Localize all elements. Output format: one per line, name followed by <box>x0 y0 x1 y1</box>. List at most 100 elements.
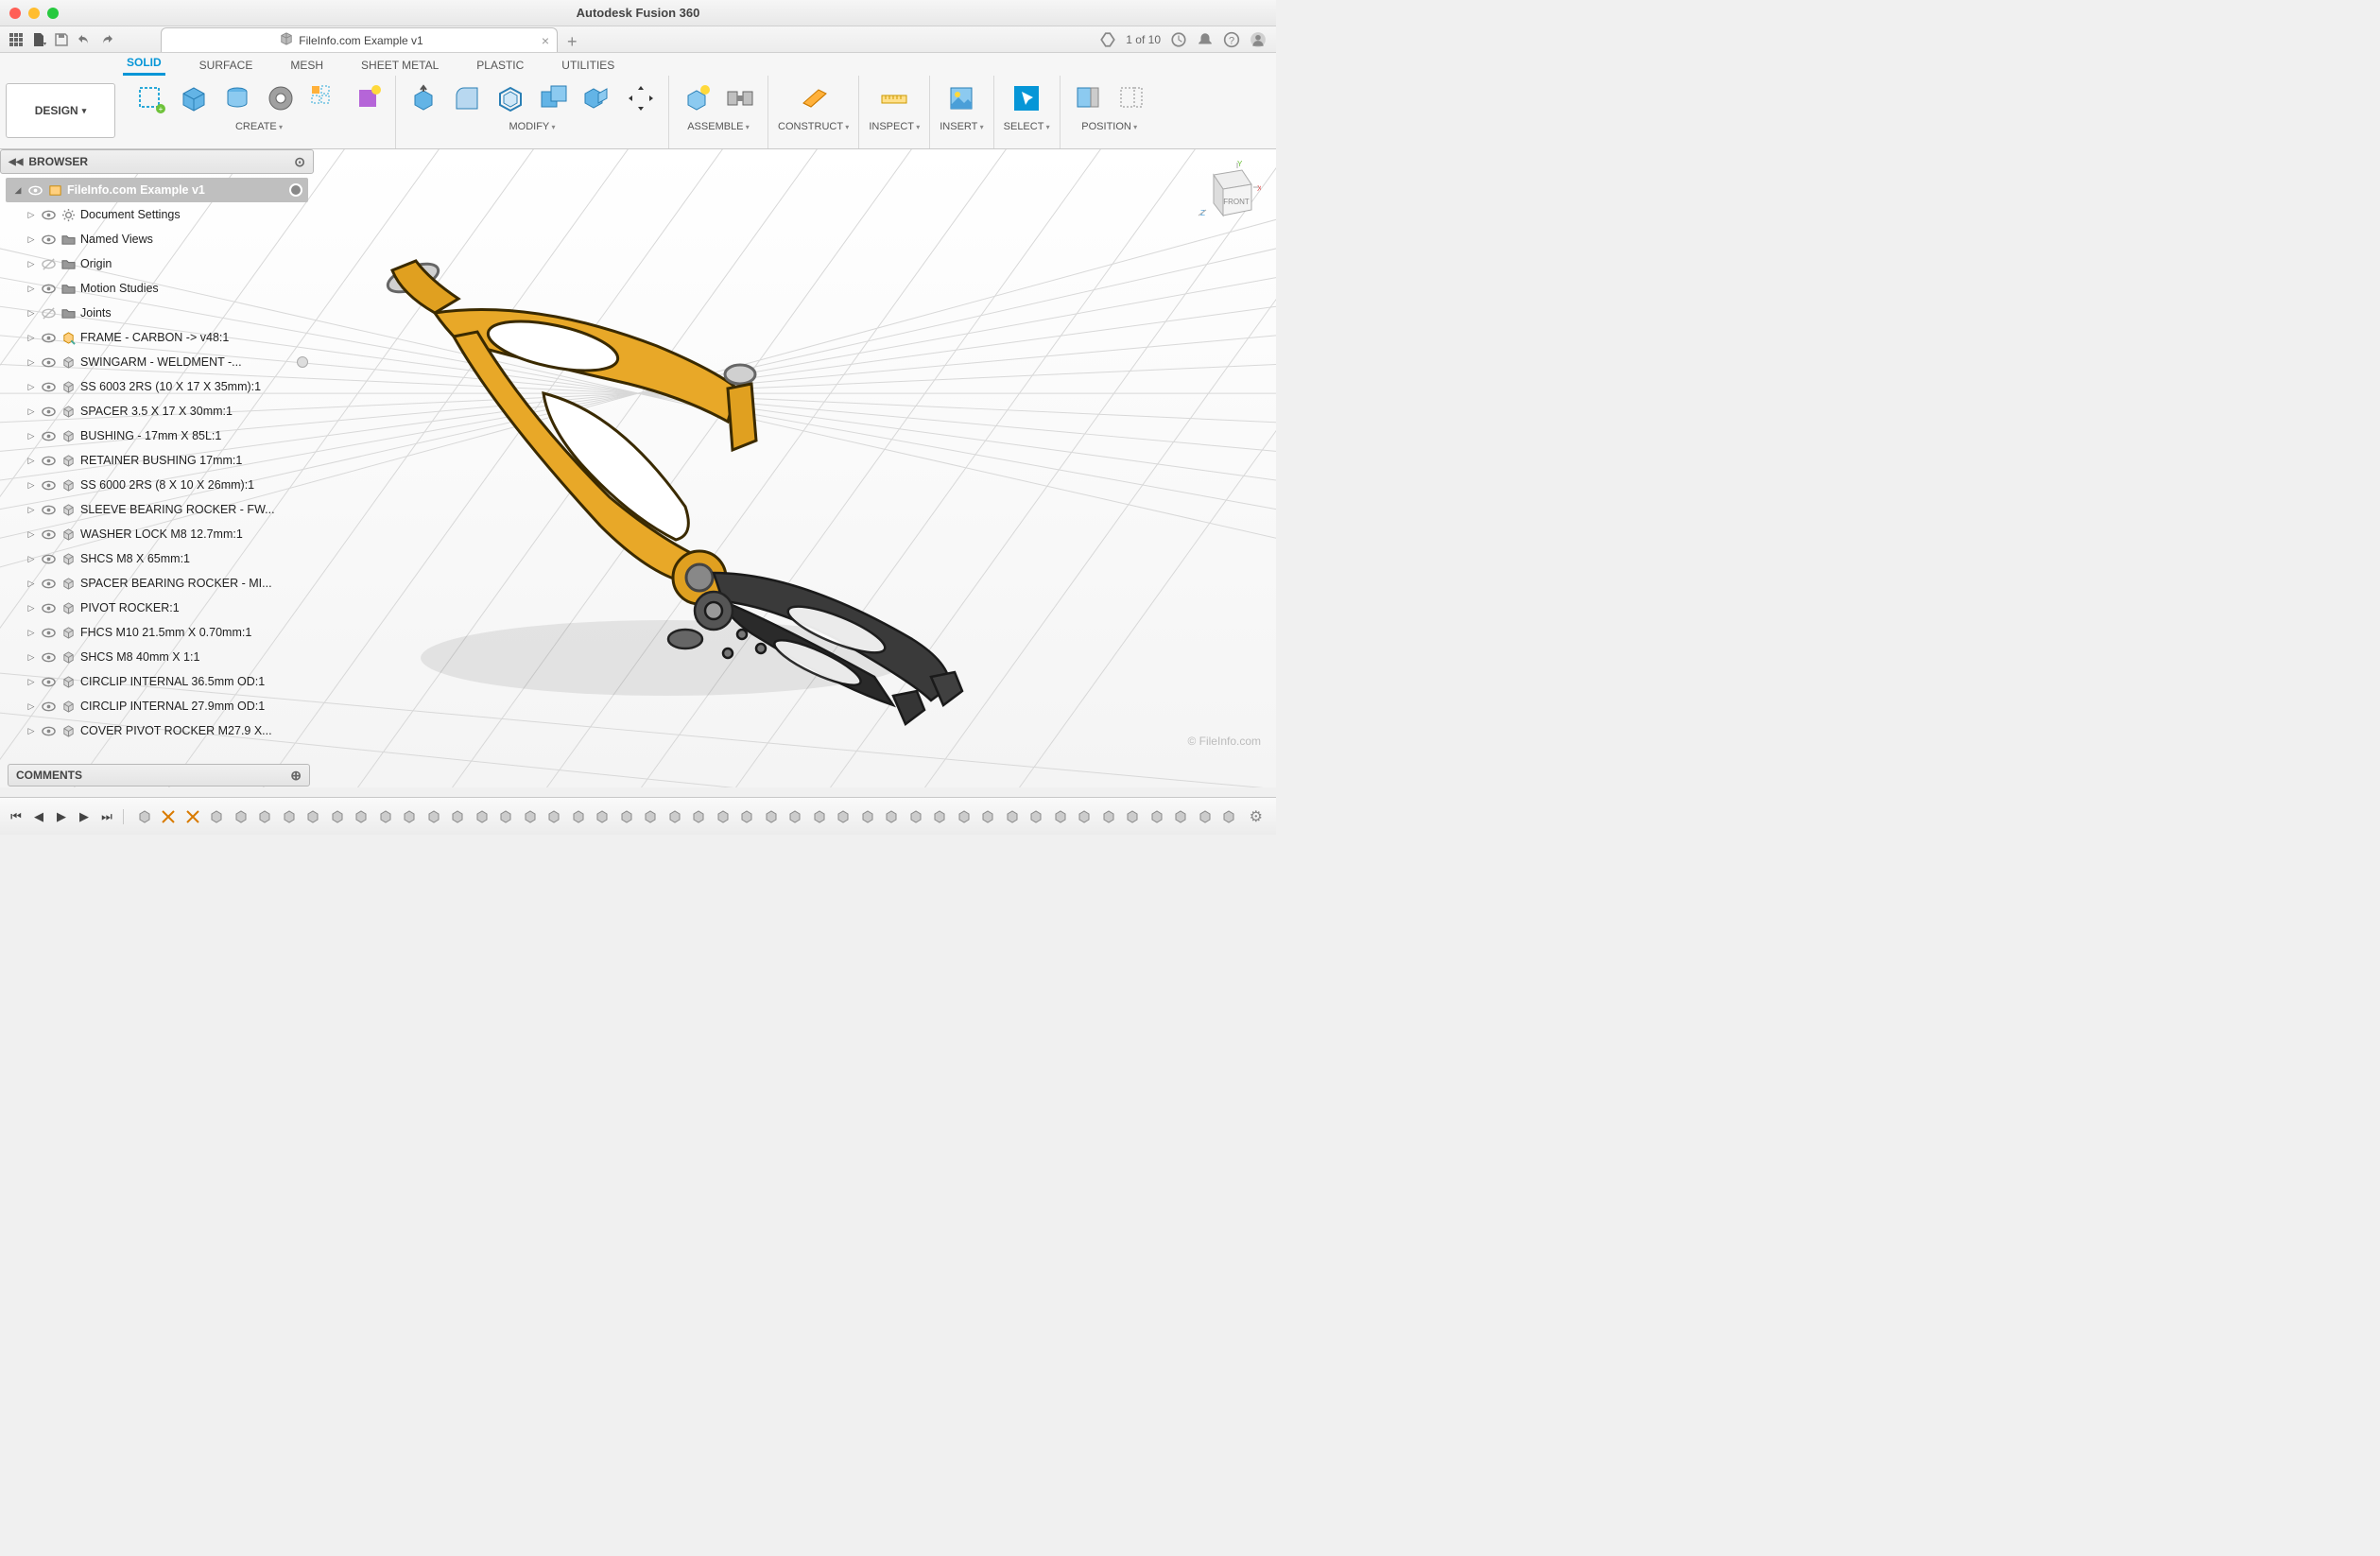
ribbon-tab-mesh[interactable]: MESH <box>286 55 327 76</box>
tree-item[interactable]: ▷COVER PIVOT ROCKER M27.9 X... <box>6 718 308 743</box>
timeline-next-icon[interactable]: ▶ <box>76 809 93 824</box>
timeline-feature[interactable] <box>1051 807 1070 826</box>
position-snapshot-icon[interactable] <box>1070 80 1106 116</box>
timeline-feature[interactable] <box>353 807 371 826</box>
visibility-icon[interactable] <box>41 404 56 419</box>
timeline-feature[interactable] <box>714 807 733 826</box>
timeline-feature[interactable] <box>1003 807 1022 826</box>
tree-item[interactable]: ▷BUSHING - 17mm X 85L:1 <box>6 424 308 448</box>
expand-icon[interactable]: ▷ <box>26 333 36 343</box>
timeline-feature[interactable] <box>762 807 781 826</box>
expand-icon[interactable]: ▷ <box>26 603 36 614</box>
timeline-end-icon[interactable]: ⏭ <box>98 809 115 824</box>
timeline-feature[interactable] <box>521 807 540 826</box>
expand-icon[interactable]: ▷ <box>26 456 36 466</box>
timeline-feature[interactable] <box>1220 807 1238 826</box>
expand-icon[interactable]: ▷ <box>26 284 36 294</box>
select-icon[interactable] <box>1009 80 1044 116</box>
visibility-icon[interactable] <box>41 453 56 468</box>
ribbon-tab-sheetmetal[interactable]: SHEET METAL <box>357 55 442 76</box>
revolve-icon[interactable] <box>263 80 299 116</box>
expand-icon[interactable]: ▷ <box>26 652 36 663</box>
timeline-feature[interactable] <box>328 807 347 826</box>
timeline-feature[interactable] <box>135 807 154 826</box>
expand-icon[interactable]: ▷ <box>26 505 36 515</box>
timeline-prev-icon[interactable]: ◀ <box>30 809 47 824</box>
clock-icon[interactable] <box>1170 31 1187 48</box>
ribbon-tab-solid[interactable]: SOLID <box>123 52 165 76</box>
form-icon[interactable] <box>350 80 386 116</box>
comments-panel-header[interactable]: COMMENTS ⊕ <box>8 764 310 787</box>
visibility-icon[interactable] <box>41 354 56 370</box>
measure-icon[interactable] <box>876 80 912 116</box>
joint-icon[interactable] <box>722 80 758 116</box>
data-panel-icon[interactable] <box>8 31 25 48</box>
pattern-icon[interactable] <box>306 80 342 116</box>
timeline-feature[interactable] <box>883 807 902 826</box>
timeline-feature[interactable] <box>665 807 684 826</box>
tree-item[interactable]: ▷FHCS M10 21.5mm X 0.70mm:1 <box>6 620 308 645</box>
visibility-icon[interactable] <box>41 625 56 640</box>
visibility-icon[interactable] <box>41 576 56 591</box>
position-revert-icon[interactable] <box>1113 80 1149 116</box>
timeline-feature[interactable] <box>280 807 299 826</box>
visibility-icon[interactable] <box>41 551 56 566</box>
timeline-feature[interactable] <box>183 807 202 826</box>
timeline-feature[interactable] <box>786 807 805 826</box>
timeline-start-icon[interactable]: ⏮ <box>8 809 25 824</box>
ribbon-group-assemble-label[interactable]: ASSEMBLE <box>687 119 750 132</box>
timeline-feature[interactable] <box>1099 807 1118 826</box>
timeline-feature[interactable] <box>690 807 709 826</box>
tree-item[interactable]: ▷SPACER 3.5 X 17 X 30mm:1 <box>6 399 308 424</box>
ribbon-tab-utilities[interactable]: UTILITIES <box>558 55 618 76</box>
tree-item[interactable]: ▷CIRCLIP INTERNAL 27.9mm OD:1 <box>6 694 308 718</box>
visibility-icon[interactable] <box>41 527 56 542</box>
tree-item[interactable]: ▷SHCS M8 40mm X 1:1 <box>6 645 308 669</box>
visibility-icon[interactable] <box>41 600 56 615</box>
undo-icon[interactable] <box>76 31 93 48</box>
expand-icon[interactable]: ▷ <box>26 579 36 589</box>
timeline-feature[interactable] <box>979 807 998 826</box>
expand-icon[interactable]: ▷ <box>26 357 36 368</box>
timeline-feature[interactable] <box>1076 807 1095 826</box>
expand-icon[interactable]: ▷ <box>26 382 36 392</box>
radio-icon[interactable] <box>289 183 302 197</box>
timeline-feature[interactable] <box>1172 807 1191 826</box>
tree-item[interactable]: ▷Document Settings <box>6 202 308 227</box>
expand-icon[interactable]: ▷ <box>26 431 36 441</box>
tree-item[interactable]: ▷SLEEVE BEARING ROCKER - FW... <box>6 497 308 522</box>
visibility-icon[interactable] <box>41 674 56 689</box>
timeline-feature[interactable] <box>931 807 950 826</box>
timeline-feature[interactable] <box>1027 807 1046 826</box>
timeline-feature[interactable] <box>617 807 636 826</box>
user-avatar-icon[interactable] <box>1250 31 1267 48</box>
visibility-icon[interactable] <box>41 502 56 517</box>
view-cube[interactable]: FRONT Y X Z <box>1195 161 1261 227</box>
notifications-icon[interactable] <box>1197 31 1214 48</box>
timeline-feature[interactable] <box>1147 807 1166 826</box>
visibility-icon[interactable] <box>41 305 56 320</box>
tree-item[interactable]: ▷WASHER LOCK M8 12.7mm:1 <box>6 522 308 546</box>
visibility-icon[interactable] <box>41 256 56 271</box>
extensions-icon[interactable] <box>1099 31 1116 48</box>
plane-icon[interactable] <box>796 80 832 116</box>
tree-root[interactable]: ◢ FileInfo.com Example v1 <box>6 178 308 202</box>
timeline-feature[interactable] <box>449 807 468 826</box>
timeline-feature[interactable] <box>401 807 420 826</box>
maximize-window-button[interactable] <box>47 8 59 19</box>
expand-icon[interactable]: ▷ <box>26 259 36 269</box>
expand-icon[interactable]: ▷ <box>26 234 36 245</box>
tree-item[interactable]: ▷FRAME - CARBON -> v48:1 <box>6 325 308 350</box>
timeline-feature[interactable] <box>594 807 612 826</box>
timeline-feature[interactable] <box>473 807 492 826</box>
expand-icon[interactable]: ▷ <box>26 480 36 491</box>
visibility-icon[interactable] <box>41 699 56 714</box>
expand-icon[interactable]: ▷ <box>26 677 36 687</box>
tree-item[interactable]: ▷Motion Studies <box>6 276 308 301</box>
close-window-button[interactable] <box>9 8 21 19</box>
new-component-icon[interactable] <box>679 80 715 116</box>
timeline-feature[interactable] <box>497 807 516 826</box>
timeline-feature[interactable] <box>810 807 829 826</box>
ribbon-group-construct-label[interactable]: CONSTRUCT <box>778 119 849 132</box>
tree-item[interactable]: ▷Origin <box>6 251 308 276</box>
